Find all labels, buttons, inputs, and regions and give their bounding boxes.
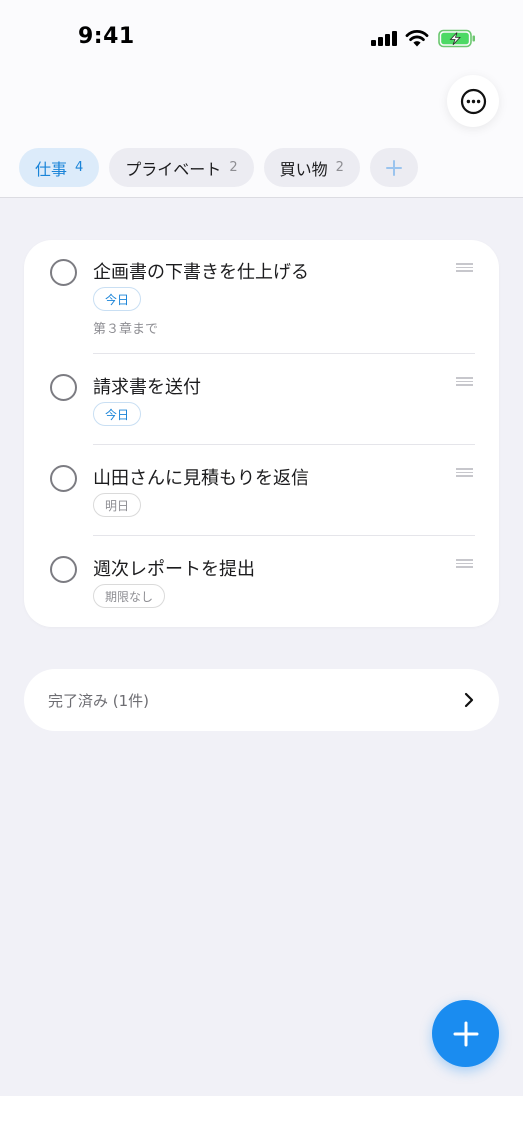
drag-handle-icon[interactable] [456,263,473,272]
task-title[interactable]: 請求書を送付 [93,373,201,399]
drag-handle-icon[interactable] [456,377,473,386]
plus-icon [385,159,402,176]
ellipsis-circle-icon [460,88,486,114]
add-task-button[interactable] [432,1000,499,1067]
due-badge: 期限なし [93,584,166,608]
task-title[interactable]: 山田さんに見積もりを返信 [93,464,309,490]
tab-label: プライベート [125,159,222,179]
due-badge: 今日 [93,287,142,311]
more-options-button[interactable] [447,75,499,127]
battery-charging-icon [438,29,475,48]
task-checkbox[interactable] [50,556,77,583]
add-list-button[interactable] [369,148,418,187]
chevron-right-icon [464,692,474,708]
task-title[interactable]: 週次レポートを提出 [93,555,255,581]
plus-icon [453,1021,478,1046]
task-title[interactable]: 企画書の下書きを仕上げる [93,258,309,284]
tab-private[interactable]: プライベート 2 [109,148,254,187]
drag-handle-icon[interactable] [456,559,473,568]
list-tabs: 仕事 4 プライベート 2 買い物 2 [19,148,418,187]
tab-count: 2 [229,160,238,175]
task-checkbox[interactable] [50,465,77,492]
task-checkbox[interactable] [50,259,77,286]
due-badge: 明日 [93,493,142,517]
task-row: 請求書を送付 今日 [24,354,499,444]
task-row: 企画書の下書きを仕上げる 今日 第３章まで [24,240,499,353]
header: 9:41 仕事 4 プライベート 2 買い物 2 [0,0,523,198]
cellular-signal-icon [371,31,398,46]
tab-label: 買い物 [279,159,328,179]
app-screen: 9:41 仕事 4 プライベート 2 買い物 2 企画書の下書きを仕上げる 今日… [0,0,523,1096]
task-row: 週次レポートを提出 期限なし [24,536,499,627]
completed-label: 完了済み (1件) [48,691,150,710]
due-badge: 今日 [93,402,142,426]
tab-count: 2 [335,160,344,175]
tab-count: 4 [75,160,84,175]
tab-shopping[interactable]: 買い物 2 [263,148,360,187]
home-indicator-area [0,1096,523,1136]
tab-work[interactable]: 仕事 4 [19,148,100,187]
wifi-icon [405,30,429,47]
task-note: 第３章まで [93,322,159,337]
task-list-card: 企画書の下書きを仕上げる 今日 第３章まで 請求書を送付 今日 山田さんに見積も… [24,240,499,627]
drag-handle-icon[interactable] [456,468,473,477]
tab-label: 仕事 [35,159,68,179]
completed-section-row[interactable]: 完了済み (1件) [24,669,499,731]
task-row: 山田さんに見積もりを返信 明日 [24,445,499,535]
task-checkbox[interactable] [50,374,77,401]
status-time: 9:41 [78,24,135,49]
